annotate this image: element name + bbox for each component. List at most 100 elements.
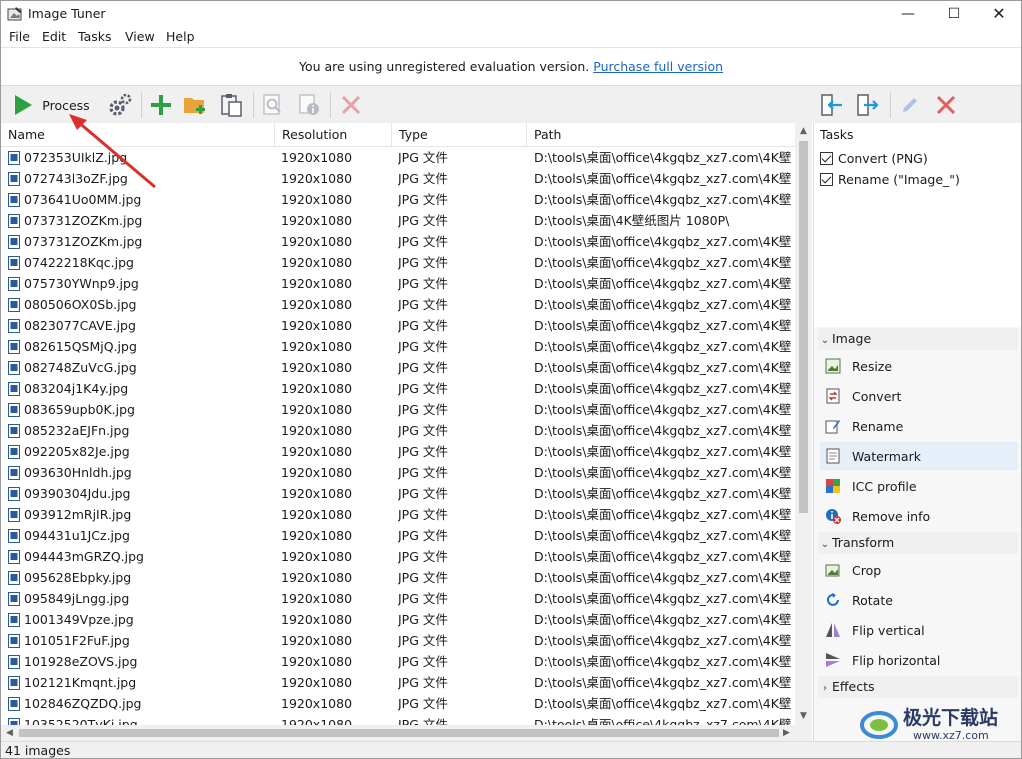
action-convert[interactable]: Convert: [820, 382, 1018, 410]
delete-task-button[interactable]: [931, 89, 961, 121]
menu-file[interactable]: File: [9, 29, 30, 44]
flip-vertical-icon: [826, 623, 840, 637]
scroll-up-icon[interactable]: ▲: [795, 123, 812, 140]
table-row[interactable]: 093630Hnldh.jpg 1920x1080 JPG 文件 D:\tools\桌…: [1, 462, 795, 483]
action-label: Rename: [852, 418, 904, 434]
table-row[interactable]: 073731ZOZKm.jpg 1920x1080 JPG 文件 D:\tools\桌…: [1, 231, 795, 252]
scroll-thumb[interactable]: [19, 729, 779, 737]
cell-name: 095628Ebpky.jpg: [24, 570, 132, 585]
action-flip-horizontal[interactable]: Flip horizontal: [820, 646, 1018, 674]
horizontal-scrollbar[interactable]: ◀ ▶: [1, 725, 795, 741]
cell-type: JPG 文件: [398, 150, 448, 165]
table-row[interactable]: 101051F2FuF.jpg 1920x1080 JPG 文件 D:\tools\桌…: [1, 630, 795, 651]
maximize-button[interactable]: ☐: [931, 1, 977, 27]
cell-type: JPG 文件: [398, 465, 448, 480]
convert-icon: [826, 388, 840, 404]
action-rename[interactable]: Rename: [820, 412, 1018, 440]
action-remove-info[interactable]: Remove info: [820, 502, 1018, 530]
cell-path: D:\tools\桌面\office\4kgqbz_xz7.com\4K壁: [534, 255, 792, 270]
info-button[interactable]: [294, 89, 324, 121]
task-rename[interactable]: Rename ("Image_"): [820, 170, 960, 188]
action-resize[interactable]: Resize: [820, 352, 1018, 380]
add-folder-button[interactable]: [181, 89, 211, 121]
menu-help[interactable]: Help: [166, 29, 195, 44]
table-row[interactable]: 0823077CAVE.jpg 1920x1080 JPG 文件 D:\tools\桌…: [1, 315, 795, 336]
table-row[interactable]: 101928eZOVS.jpg 1920x1080 JPG 文件 D:\tools\桌…: [1, 651, 795, 672]
remove-button[interactable]: [336, 89, 366, 121]
close-window-button[interactable]: ✕: [976, 1, 1021, 27]
column-path[interactable]: Path: [527, 123, 795, 147]
cell-name: 082748ZuVcG.jpg: [24, 360, 137, 375]
table-row[interactable]: 094443mGRZQ.jpg 1920x1080 JPG 文件 D:\tools\桌…: [1, 546, 795, 567]
watermark-url: www.xz7.com: [913, 729, 989, 742]
cell-name: 1001349Vpze.jpg: [24, 612, 134, 627]
cell-name: 073731ZOZKm.jpg: [24, 213, 143, 228]
table-row[interactable]: 082615QSMjQ.jpg 1920x1080 JPG 文件 D:\tools\桌…: [1, 336, 795, 357]
table-row[interactable]: 080506OX0Sb.jpg 1920x1080 JPG 文件 D:\tools\桌…: [1, 294, 795, 315]
cell-name: 10352520TvKi.jpg: [24, 717, 138, 725]
action-crop[interactable]: Crop: [820, 556, 1018, 584]
table-row[interactable]: 102846ZQZDQ.jpg 1920x1080 JPG 文件 D:\tools\桌…: [1, 693, 795, 714]
toolbar-separator: [253, 92, 254, 118]
export-tasks-button[interactable]: [853, 89, 883, 121]
cell-type: JPG 文件: [398, 171, 448, 186]
section-transform[interactable]: ⌄ Transform: [818, 532, 1018, 554]
action-icc-profile[interactable]: ICC profile: [820, 472, 1018, 500]
scroll-right-icon[interactable]: ▶: [778, 725, 795, 741]
action-rotate[interactable]: Rotate: [820, 586, 1018, 614]
checkbox-icon[interactable]: [820, 151, 833, 165]
column-resolution[interactable]: Resolution: [275, 123, 392, 147]
scrollbar-corner: [795, 725, 812, 741]
table-row[interactable]: 094431u1JCz.jpg 1920x1080 JPG 文件 D:\tools\桌…: [1, 525, 795, 546]
menu-edit[interactable]: Edit: [42, 29, 66, 44]
import-tasks-button[interactable]: [817, 89, 847, 121]
table-row[interactable]: 082748ZuVcG.jpg 1920x1080 JPG 文件 D:\tools\桌…: [1, 357, 795, 378]
menu-tasks[interactable]: Tasks: [78, 29, 112, 44]
section-image[interactable]: ⌄ Image: [818, 328, 1018, 350]
task-convert[interactable]: Convert (PNG): [820, 149, 928, 167]
table-row[interactable]: 07422218Kqc.jpg 1920x1080 JPG 文件 D:\tools\桌…: [1, 252, 795, 273]
table-row[interactable]: 073731ZOZKm.jpg 1920x1080 JPG 文件 D:\tools\桌…: [1, 210, 795, 231]
cell-resolution: 1920x1080: [281, 612, 353, 627]
action-watermark[interactable]: Watermark: [820, 442, 1018, 470]
table-row[interactable]: 095628Ebpky.jpg 1920x1080 JPG 文件 D:\tools\桌…: [1, 567, 795, 588]
table-row[interactable]: 085232aEJFn.jpg 1920x1080 JPG 文件 D:\tools\桌…: [1, 420, 795, 441]
vertical-scrollbar[interactable]: ▲ ▼: [795, 123, 812, 725]
app-logo-icon: [7, 7, 22, 21]
play-icon: [15, 95, 33, 115]
table-row[interactable]: 083659upb0K.jpg 1920x1080 JPG 文件 D:\tools\桌…: [1, 399, 795, 420]
table-row[interactable]: 095849jLngg.jpg 1920x1080 JPG 文件 D:\tools\桌…: [1, 588, 795, 609]
section-heading: Image: [832, 331, 872, 346]
table-row[interactable]: 10352520TvKi.jpg 1920x1080 JPG 文件 D:\tools\…: [1, 714, 795, 725]
cell-path: D:\tools\桌面\office\4kgqbz_xz7.com\4K壁: [534, 192, 792, 207]
scroll-thumb[interactable]: [799, 141, 808, 513]
scroll-left-icon[interactable]: ◀: [1, 725, 18, 741]
action-flip-vertical[interactable]: Flip vertical: [820, 616, 1018, 644]
table-row[interactable]: 093912mRjIR.jpg 1920x1080 JPG 文件 D:\tools\桌…: [1, 504, 795, 525]
checkbox-icon[interactable]: [820, 172, 833, 186]
cell-path: D:\tools\桌面\office\4kgqbz_xz7.com\4K壁: [534, 234, 792, 249]
table-row[interactable]: 083204j1K4y.jpg 1920x1080 JPG 文件 D:\tools\桌…: [1, 378, 795, 399]
cell-resolution: 1920x1080: [281, 549, 353, 564]
annotation-arrow-icon: [69, 114, 156, 189]
cell-name: 0823077CAVE.jpg: [24, 318, 136, 333]
section-effects[interactable]: › Effects: [818, 676, 1018, 698]
cell-name: 080506OX0Sb.jpg: [24, 297, 137, 312]
cell-type: JPG 文件: [398, 318, 448, 333]
preview-button[interactable]: [258, 89, 288, 121]
purchase-link[interactable]: Purchase full version: [593, 59, 723, 74]
table-row[interactable]: 092205x82Je.jpg 1920x1080 JPG 文件 D:\tools\桌…: [1, 441, 795, 462]
scroll-down-icon[interactable]: ▼: [795, 708, 812, 725]
image-file-icon: [8, 550, 20, 564]
table-row[interactable]: 1001349Vpze.jpg 1920x1080 JPG 文件 D:\tools\桌…: [1, 609, 795, 630]
column-type[interactable]: Type: [392, 123, 527, 147]
minimize-button[interactable]: —: [885, 1, 931, 27]
table-row[interactable]: 09390304Jdu.jpg 1920x1080 JPG 文件 D:\tools\桌…: [1, 483, 795, 504]
edit-task-button[interactable]: [895, 89, 925, 121]
cell-path: D:\tools\桌面\office\4kgqbz_xz7.com\4K壁: [534, 318, 792, 333]
table-row[interactable]: 102121Kmqnt.jpg 1920x1080 JPG 文件 D:\tools\桌…: [1, 672, 795, 693]
paste-button[interactable]: [217, 89, 247, 121]
cell-path: D:\tools\桌面\office\4kgqbz_xz7.com\4K壁: [534, 633, 792, 648]
table-row[interactable]: 075730YWnp9.jpg 1920x1080 JPG 文件 D:\tools\桌…: [1, 273, 795, 294]
menu-view[interactable]: View: [125, 29, 155, 44]
